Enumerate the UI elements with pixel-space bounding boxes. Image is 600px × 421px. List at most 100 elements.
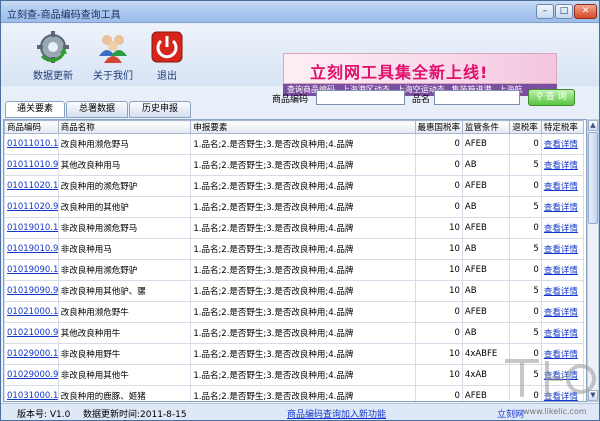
control-cell: 4xABFE	[461, 343, 511, 365]
column-header[interactable]: 退税率	[509, 120, 542, 134]
code-link[interactable]: 01019090.90	[7, 286, 57, 296]
new-feature-link[interactable]: 商品编码查询加入新功能	[287, 407, 386, 420]
gear-refresh-icon	[37, 31, 69, 63]
tab-general-admin-data[interactable]: 总署数据	[66, 101, 128, 118]
code-cell: 01021000.10	[4, 301, 59, 323]
view-details-link[interactable]: 查看详情	[544, 329, 578, 339]
scroll-up-icon[interactable]: ▲	[588, 120, 598, 131]
table-row[interactable]: 01021000.90 其他改良种用牛 1.品名;2.是否野生;3.是否改良种用;4…	[4, 322, 585, 344]
site-link[interactable]: 立刻网	[497, 407, 524, 420]
name-cell: 改良种用的其他驴	[57, 196, 192, 218]
table-row[interactable]: 01029000.10 非改良种用野牛 1.品名;2.是否野生;3.是否改良种用;4…	[4, 343, 585, 365]
column-header[interactable]: 监管条件	[461, 120, 511, 134]
rebate-rate-cell: 0	[509, 385, 542, 401]
elements-cell: 1.品名;2.是否野生;3.是否改良种用;4.品牌	[190, 196, 416, 218]
name-cell: 改良种用濒危野马	[57, 133, 192, 155]
view-details-link[interactable]: 查看详情	[544, 245, 578, 255]
exit-button[interactable]: 退出	[137, 28, 197, 84]
window-title: 立刻查-商品编码查询工具	[7, 10, 121, 21]
view-details-link[interactable]: 查看详情	[544, 287, 578, 297]
code-link[interactable]: 01021000.90	[7, 328, 57, 338]
app-window: 立刻查-商品编码查询工具 – □ ✕ 数据更新 关于我们 退出 立刻网工具集全新…	[0, 0, 600, 421]
maximize-button[interactable]: □	[555, 4, 573, 19]
rebate-rate-cell: 0	[509, 217, 542, 239]
column-header[interactable]: 商品名称	[57, 120, 192, 134]
code-link[interactable]: 01011020.10	[7, 181, 57, 191]
code-link[interactable]: 01021000.10	[7, 307, 57, 317]
code-link[interactable]: 01031000.10	[7, 391, 57, 401]
name-cell: 非改良种用野牛	[57, 343, 192, 365]
view-details-link[interactable]: 查看详情	[544, 224, 578, 234]
table-row[interactable]: 01011020.10 改良种用的濒危野驴 1.品名;2.是否野生;3.是否改良种用…	[4, 175, 585, 197]
view-details-link[interactable]: 查看详情	[544, 371, 578, 381]
code-link[interactable]: 01019090.10	[7, 265, 57, 275]
detail-link-cell: 查看详情	[540, 196, 585, 218]
column-header[interactable]: 最惠国税率	[414, 120, 463, 134]
view-details-link[interactable]: 查看详情	[544, 161, 578, 171]
rebate-rate-cell: 0	[509, 259, 542, 281]
detail-link-cell: 查看详情	[540, 280, 585, 302]
code-link[interactable]: 01011010.90	[7, 160, 57, 170]
vertical-scrollbar[interactable]: ▲ ▼	[587, 119, 599, 402]
mfn-rate-cell: 0	[414, 385, 463, 401]
users-icon	[99, 35, 127, 63]
column-header[interactable]: 特定税率	[540, 120, 585, 134]
detail-link-cell: 查看详情	[540, 259, 585, 281]
promo-banner[interactable]: 立刻网工具集全新上线!	[283, 53, 557, 84]
minimize-button[interactable]: –	[536, 4, 554, 19]
table-row[interactable]: 01019010.10 非改良种用濒危野马 1.品名;2.是否野生;3.是否改良种用…	[4, 217, 585, 239]
scroll-thumb[interactable]	[588, 132, 598, 224]
control-cell: AFEB	[461, 301, 511, 323]
view-details-link[interactable]: 查看详情	[544, 203, 578, 213]
view-details-link[interactable]: 查看详情	[544, 308, 578, 318]
column-header[interactable]: 商品编码	[4, 120, 59, 134]
view-details-link[interactable]: 查看详情	[544, 266, 578, 276]
mfn-rate-cell: 0	[414, 133, 463, 155]
column-header[interactable]: 申报要素	[190, 120, 416, 134]
code-link[interactable]: 01011010.10	[7, 139, 57, 149]
table-row[interactable]: 01029000.90 非改良种用其他牛 1.品名;2.是否野生;3.是否改良种用;…	[4, 364, 585, 386]
tab-customs-elements[interactable]: 通关要素	[5, 101, 65, 118]
table-row[interactable]: 01019090.10 非改良种用濒危野驴 1.品名;2.是否野生;3.是否改良种用…	[4, 259, 585, 281]
control-cell: AFEB	[461, 259, 511, 281]
table-row[interactable]: 01019010.90 非改良种用马 1.品名;2.是否野生;3.是否改良种用;4.…	[4, 238, 585, 260]
title-bar[interactable]: 立刻查-商品编码查询工具 – □ ✕	[1, 1, 599, 23]
view-details-link[interactable]: 查看详情	[544, 350, 578, 360]
rebate-rate-cell: 0	[509, 301, 542, 323]
mfn-rate-cell: 10	[414, 364, 463, 386]
code-link[interactable]: 01011020.90	[7, 202, 57, 212]
code-link[interactable]: 01029000.90	[7, 370, 57, 380]
table-row[interactable]: 01011010.10 改良种用濒危野马 1.品名;2.是否野生;3.是否改良种用;…	[4, 133, 585, 155]
scroll-down-icon[interactable]: ▼	[588, 390, 598, 401]
tab-history-declaration[interactable]: 历史申报	[129, 101, 191, 118]
rebate-rate-cell: 5	[509, 322, 542, 344]
view-details-link[interactable]: 查看详情	[544, 140, 578, 150]
elements-cell: 1.品名;2.是否野生;3.是否改良种用;4.品牌	[190, 322, 416, 344]
name-cell: 改良种用的鹿豚、姬猪	[57, 385, 192, 401]
rebate-rate-cell: 5	[509, 280, 542, 302]
detail-link-cell: 查看详情	[540, 364, 585, 386]
code-cell: 01029000.90	[4, 364, 59, 386]
table-row[interactable]: 01019090.90 非改良种用其他驴、骡 1.品名;2.是否野生;3.是否改良种…	[4, 280, 585, 302]
toolbar: 数据更新 关于我们 退出 立刻网工具集全新上线! 查询商品编码 上海港区动态 上…	[1, 24, 599, 96]
code-link[interactable]: 01019010.90	[7, 244, 57, 254]
control-cell: AB	[461, 238, 511, 260]
rebate-rate-cell: 0	[509, 175, 542, 197]
name-cell: 改良种用濒危野牛	[57, 301, 192, 323]
data-update-button[interactable]: 数据更新	[23, 28, 83, 84]
code-link[interactable]: 01029000.10	[7, 349, 57, 359]
code-cell: 01029000.10	[4, 343, 59, 365]
view-details-link[interactable]: 查看详情	[544, 182, 578, 192]
elements-cell: 1.品名;2.是否野生;3.是否改良种用;4.品牌	[190, 301, 416, 323]
view-details-link[interactable]: 查看详情	[544, 392, 578, 401]
elements-cell: 1.品名;2.是否野生;3.是否改良种用;4.品牌	[190, 133, 416, 155]
power-icon	[151, 31, 183, 63]
close-window-button[interactable]: ✕	[574, 4, 597, 19]
table-row[interactable]: 01031000.10 改良种用的鹿豚、姬猪 1.品名;2.是否野生;3.是否改良种…	[4, 385, 585, 401]
about-us-button[interactable]: 关于我们	[83, 28, 143, 84]
table-row[interactable]: 01011010.90 其他改良种用马 1.品名;2.是否野生;3.是否改良种用;4…	[4, 154, 585, 176]
code-link[interactable]: 01019010.10	[7, 223, 57, 233]
table-row[interactable]: 01011020.90 改良种用的其他驴 1.品名;2.是否野生;3.是否改良种用;…	[4, 196, 585, 218]
watermark-url: www.likelic.com	[523, 407, 587, 416]
table-row[interactable]: 01021000.10 改良种用濒危野牛 1.品名;2.是否野生;3.是否改良种用;…	[4, 301, 585, 323]
